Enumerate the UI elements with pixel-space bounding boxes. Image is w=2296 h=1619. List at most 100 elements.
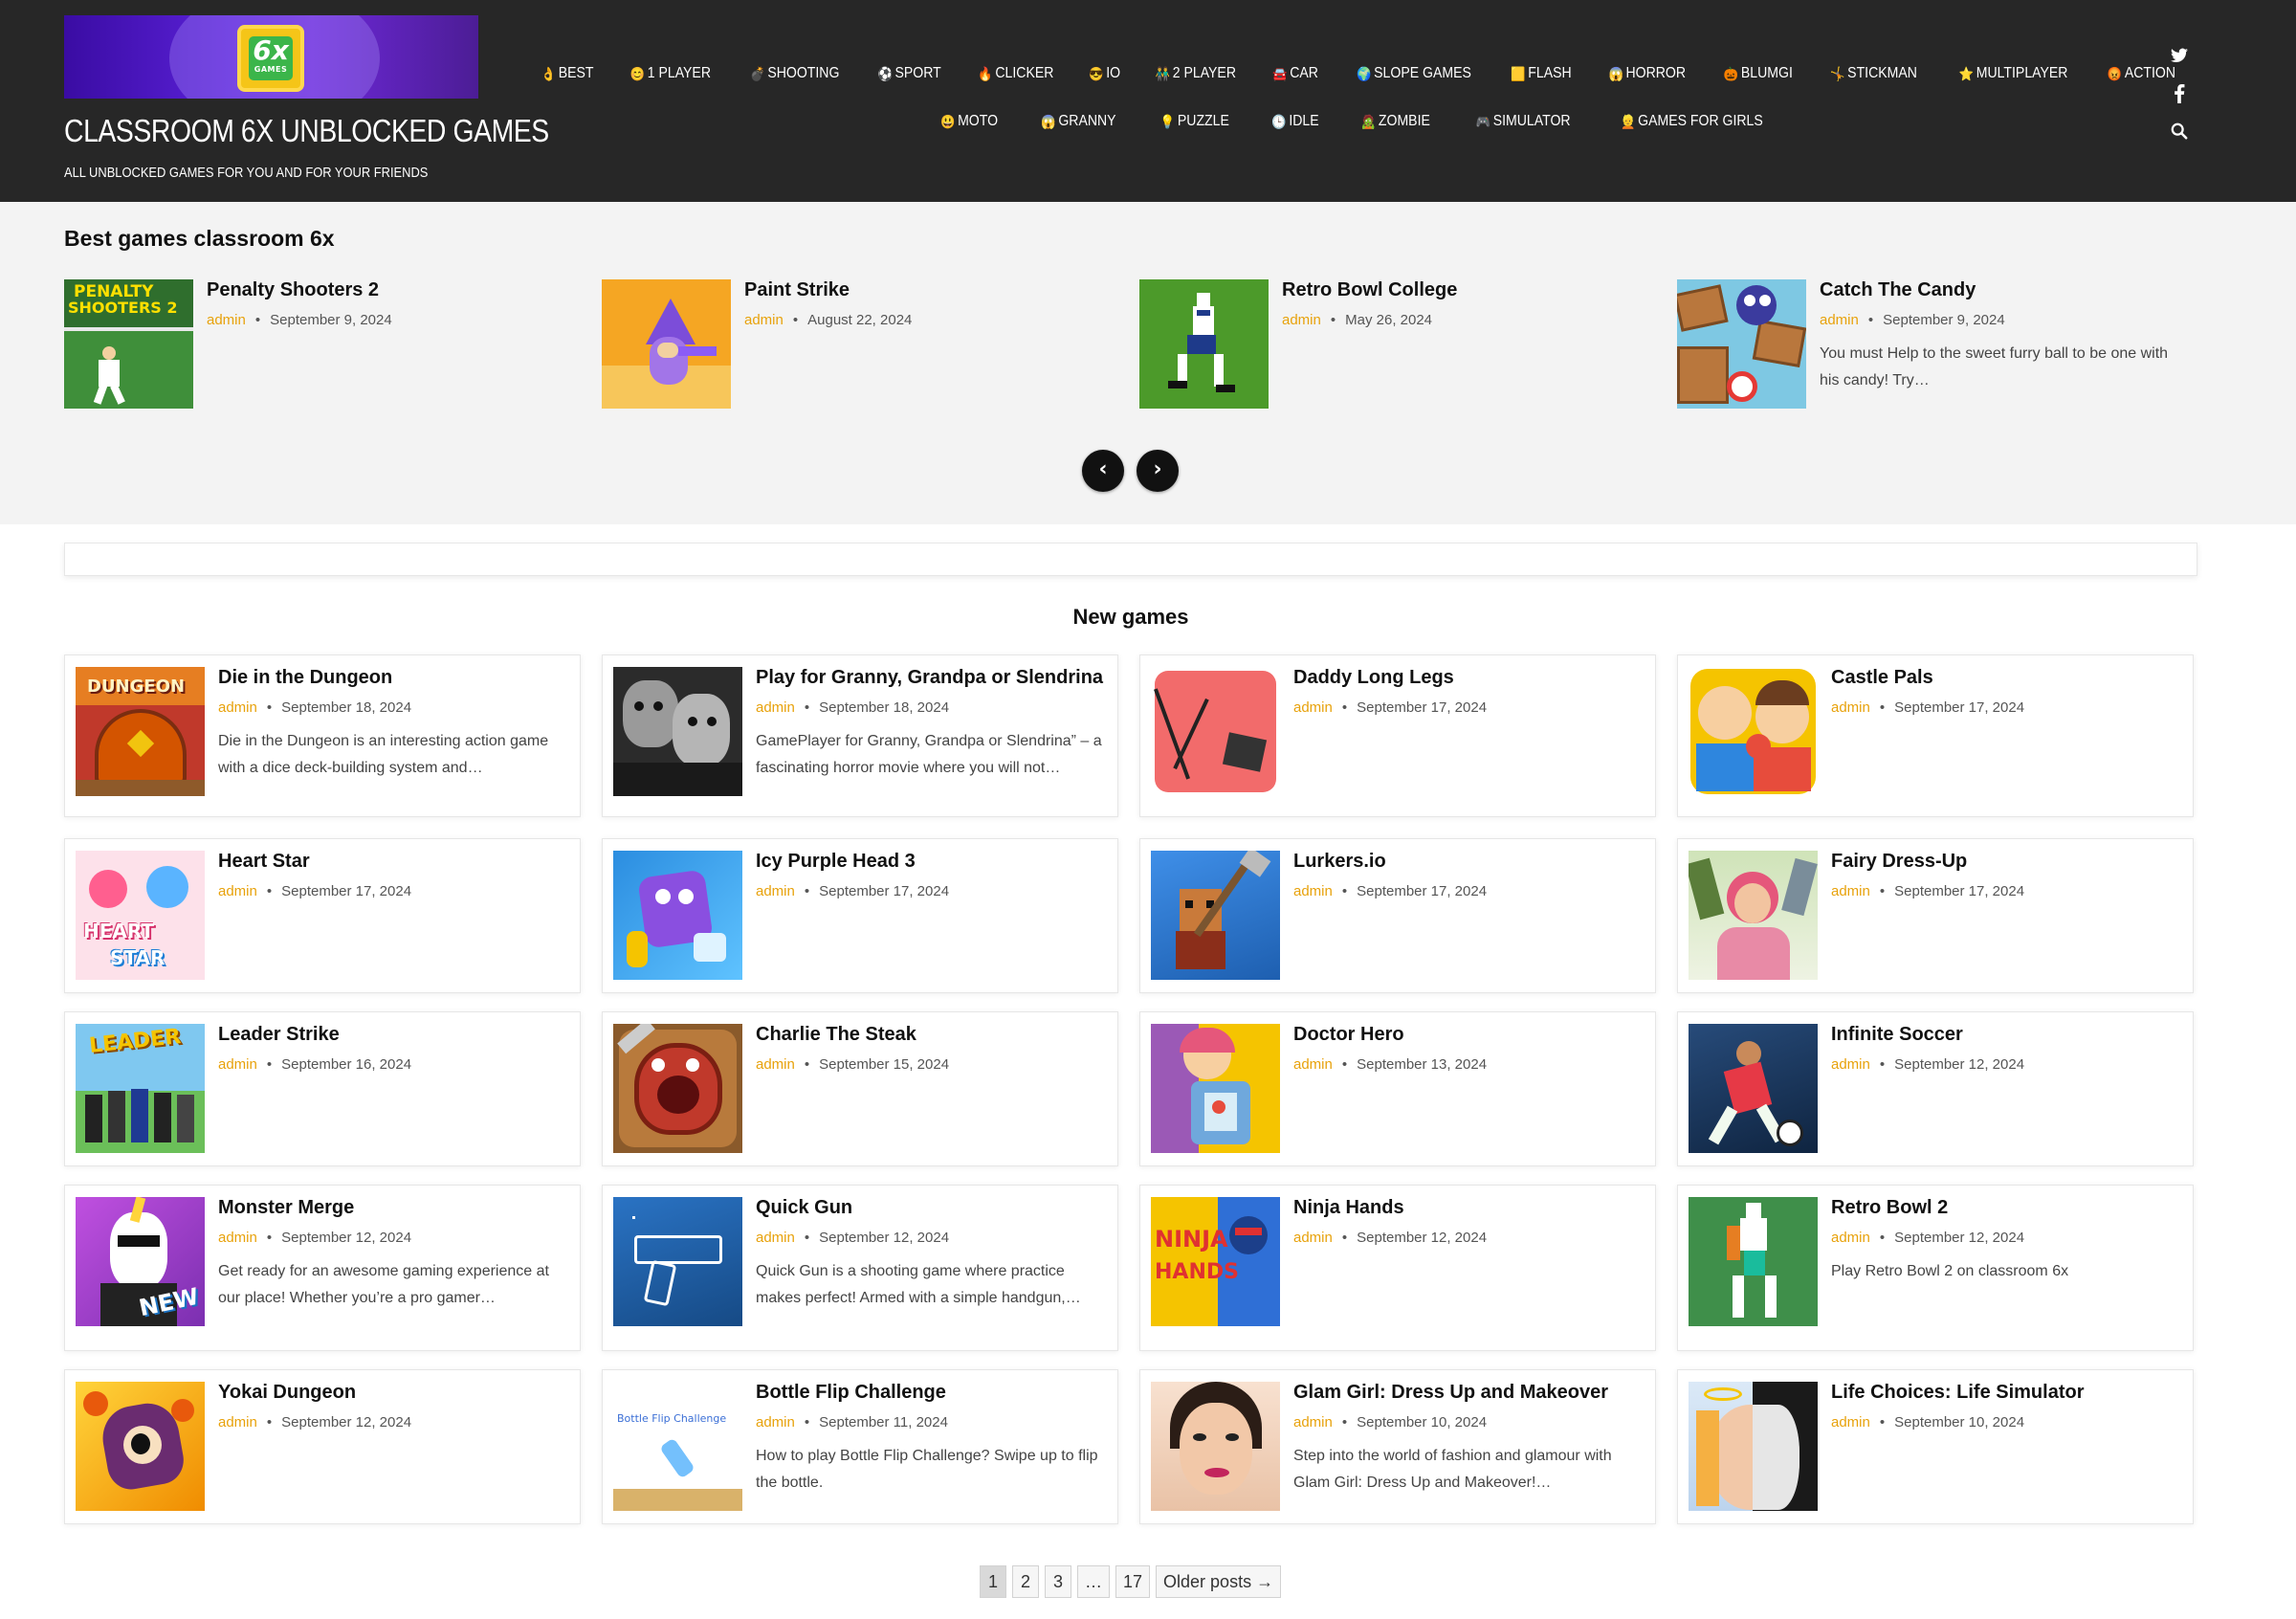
game-thumbnail[interactable]: NEW xyxy=(76,1197,205,1326)
game-title[interactable]: Monster Merge xyxy=(218,1197,354,1219)
search-icon[interactable] xyxy=(2168,122,2191,144)
post-author[interactable]: admin xyxy=(1293,1056,1333,1073)
game-thumbnail[interactable]: PENALTY SHOOTERS 2 xyxy=(64,279,193,409)
game-thumbnail[interactable] xyxy=(613,1024,742,1153)
nav-item-granny[interactable]: 😱 GRANNY xyxy=(1041,113,1115,130)
post-author[interactable]: admin xyxy=(218,883,257,899)
game-card[interactable]: Yokai Dungeon admin • September 12, 2024 xyxy=(64,1369,581,1524)
nav-item-car[interactable]: 🚘 CAR xyxy=(1272,65,1318,82)
game-thumbnail[interactable] xyxy=(1151,851,1280,980)
game-thumbnail[interactable] xyxy=(613,667,742,796)
game-card[interactable]: Retro Bowl 2 admin • September 12, 2024 Play… xyxy=(1677,1185,2194,1351)
game-thumbnail[interactable]: Bottle Flip Challenge xyxy=(613,1382,742,1511)
best-game-item[interactable]: PENALTY SHOOTERS 2 Penalty Shooters 2 ad… xyxy=(64,279,581,409)
game-title[interactable]: Daddy Long Legs xyxy=(1293,667,1454,689)
twitter-icon[interactable] xyxy=(2168,48,2191,68)
post-author[interactable]: admin xyxy=(744,312,784,328)
nav-item-action[interactable]: 😡 ACTION xyxy=(2108,65,2175,82)
game-card[interactable]: Play for Granny, Grandpa or Slendrina adm… xyxy=(602,654,1118,817)
nav-item-blumgi[interactable]: 🎃 BLUMGI xyxy=(1724,65,1793,82)
post-author[interactable]: admin xyxy=(1293,699,1333,716)
best-game-item[interactable]: Catch The Candy admin • September 9, 2024 … xyxy=(1677,279,2194,409)
game-title[interactable]: Catch The Candy xyxy=(1820,279,1976,301)
slider-next-button[interactable]: › xyxy=(1137,450,1179,492)
post-author[interactable]: admin xyxy=(1831,1230,1870,1246)
game-title[interactable]: Lurkers.io xyxy=(1293,851,1386,873)
post-author[interactable]: admin xyxy=(218,1414,257,1430)
best-game-item[interactable]: Retro Bowl College admin • May 26, 2024 xyxy=(1139,279,1656,409)
game-thumbnail[interactable] xyxy=(76,1382,205,1511)
post-author[interactable]: admin xyxy=(218,699,257,716)
pagination-page-2[interactable]: 2 xyxy=(1012,1565,1039,1598)
post-author[interactable]: admin xyxy=(1282,312,1321,328)
post-author[interactable]: admin xyxy=(1293,883,1333,899)
game-thumbnail[interactable] xyxy=(1139,279,1269,409)
game-card[interactable]: NINJA HANDS Ninja Hands admin • September 12,… xyxy=(1139,1185,1656,1351)
game-title[interactable]: Ninja Hands xyxy=(1293,1197,1404,1219)
game-title[interactable]: Doctor Hero xyxy=(1293,1024,1404,1046)
game-card[interactable]: Glam Girl: Dress Up and Makeover admin • Se… xyxy=(1139,1369,1656,1524)
post-author[interactable]: admin xyxy=(218,1056,257,1073)
game-card[interactable]: Quick Gun admin • September 12, 2024 Quick G… xyxy=(602,1185,1118,1351)
game-title[interactable]: Icy Purple Head 3 xyxy=(756,851,916,873)
game-card[interactable]: Charlie The Steak admin • September 15, 202… xyxy=(602,1011,1118,1166)
game-title[interactable]: Quick Gun xyxy=(756,1197,852,1219)
pagination-page-1[interactable]: 1 xyxy=(980,1565,1006,1598)
site-logo[interactable]: 6x GAMES xyxy=(64,15,478,99)
game-title[interactable]: Die in the Dungeon xyxy=(218,667,392,689)
nav-item-shooting[interactable]: 💣 SHOOTING xyxy=(750,65,839,82)
game-card[interactable]: HEART STAR Heart Star admin • September 17, 2… xyxy=(64,838,581,993)
nav-item-stickman[interactable]: 🤸 STICKMAN xyxy=(1831,65,1918,82)
game-card[interactable]: NEW Monster Merge admin • September 12, 2024… xyxy=(64,1185,581,1351)
nav-item-io[interactable]: 😎 IO xyxy=(1089,65,1120,82)
nav-item-best[interactable]: 👌 BEST xyxy=(541,65,594,82)
post-author[interactable]: admin xyxy=(1820,312,1859,328)
game-thumbnail[interactable] xyxy=(1151,1024,1280,1153)
game-card[interactable]: Castle Pals admin • September 17, 2024 xyxy=(1677,654,2194,817)
game-title[interactable]: Retro Bowl 2 xyxy=(1831,1197,1948,1219)
game-card[interactable]: DUNGEON Die in the Dungeon admin • September… xyxy=(64,654,581,817)
game-title[interactable]: Bottle Flip Challenge xyxy=(756,1382,946,1404)
nav-item-simulator[interactable]: 🎮 SIMULATOR xyxy=(1475,113,1570,130)
game-thumbnail[interactable] xyxy=(1689,851,1818,980)
nav-item-flash[interactable]: 🟨 FLASH xyxy=(1511,65,1571,82)
post-author[interactable]: admin xyxy=(1831,1414,1870,1430)
game-title[interactable]: Fairy Dress-Up xyxy=(1831,851,1967,873)
post-author[interactable]: admin xyxy=(207,312,246,328)
nav-item-1-player[interactable]: 😊 1 PLAYER xyxy=(630,65,711,82)
game-card[interactable]: Infinite Soccer admin • September 12, 2024 xyxy=(1677,1011,2194,1166)
game-thumbnail[interactable] xyxy=(1689,1382,1818,1511)
game-title[interactable]: Leader Strike xyxy=(218,1024,340,1046)
game-card[interactable]: Fairy Dress-Up admin • September 17, 2024 xyxy=(1677,838,2194,993)
nav-item-horror[interactable]: 😱 HORROR xyxy=(1609,65,1687,82)
game-card[interactable]: Doctor Hero admin • September 13, 2024 xyxy=(1139,1011,1656,1166)
nav-item-multiplayer[interactable]: ⭐ MULTIPLAYER xyxy=(1958,65,2067,82)
game-title[interactable]: Retro Bowl College xyxy=(1282,279,1457,301)
post-author[interactable]: admin xyxy=(1293,1230,1333,1246)
best-game-item[interactable]: Paint Strike admin • August 22, 2024 xyxy=(602,279,1118,409)
game-title[interactable]: Paint Strike xyxy=(744,279,850,301)
facebook-icon[interactable] xyxy=(2168,84,2191,108)
game-thumbnail[interactable]: HEART STAR xyxy=(76,851,205,980)
game-card[interactable]: LEADER Leader Strike admin • September 16, 2… xyxy=(64,1011,581,1166)
game-card[interactable]: Lurkers.io admin • September 17, 2024 xyxy=(1139,838,1656,993)
post-author[interactable]: admin xyxy=(756,883,795,899)
nav-item-games-for-girls[interactable]: 👱 GAMES FOR GIRLS xyxy=(1621,113,1763,130)
game-thumbnail[interactable] xyxy=(1151,667,1280,796)
game-title[interactable]: Infinite Soccer xyxy=(1831,1024,1963,1046)
game-thumbnail[interactable] xyxy=(1689,1197,1818,1326)
game-thumbnail[interactable]: LEADER xyxy=(76,1024,205,1153)
game-title[interactable]: Play for Granny, Grandpa or Slendrina xyxy=(756,667,1103,689)
game-thumbnail[interactable] xyxy=(1689,1024,1818,1153)
nav-item-zombie[interactable]: 🧟 ZOMBIE xyxy=(1361,113,1430,130)
slider-prev-button[interactable]: ‹ xyxy=(1082,450,1124,492)
game-title[interactable]: Yokai Dungeon xyxy=(218,1382,356,1404)
nav-item-2-player[interactable]: 👬 2 PLAYER xyxy=(1156,65,1236,82)
nav-item-puzzle[interactable]: 💡 PUZZLE xyxy=(1160,113,1229,130)
game-title[interactable]: Charlie The Steak xyxy=(756,1024,916,1046)
nav-item-slope-games[interactable]: 🌍 SLOPE GAMES xyxy=(1357,65,1471,82)
site-title[interactable]: CLASSROOM 6X UNBLOCKED GAMES xyxy=(64,113,549,149)
nav-item-sport[interactable]: ⚽ SPORT xyxy=(877,65,940,82)
game-card[interactable]: Icy Purple Head 3 admin • September 17, 202… xyxy=(602,838,1118,993)
post-author[interactable]: admin xyxy=(756,1056,795,1073)
